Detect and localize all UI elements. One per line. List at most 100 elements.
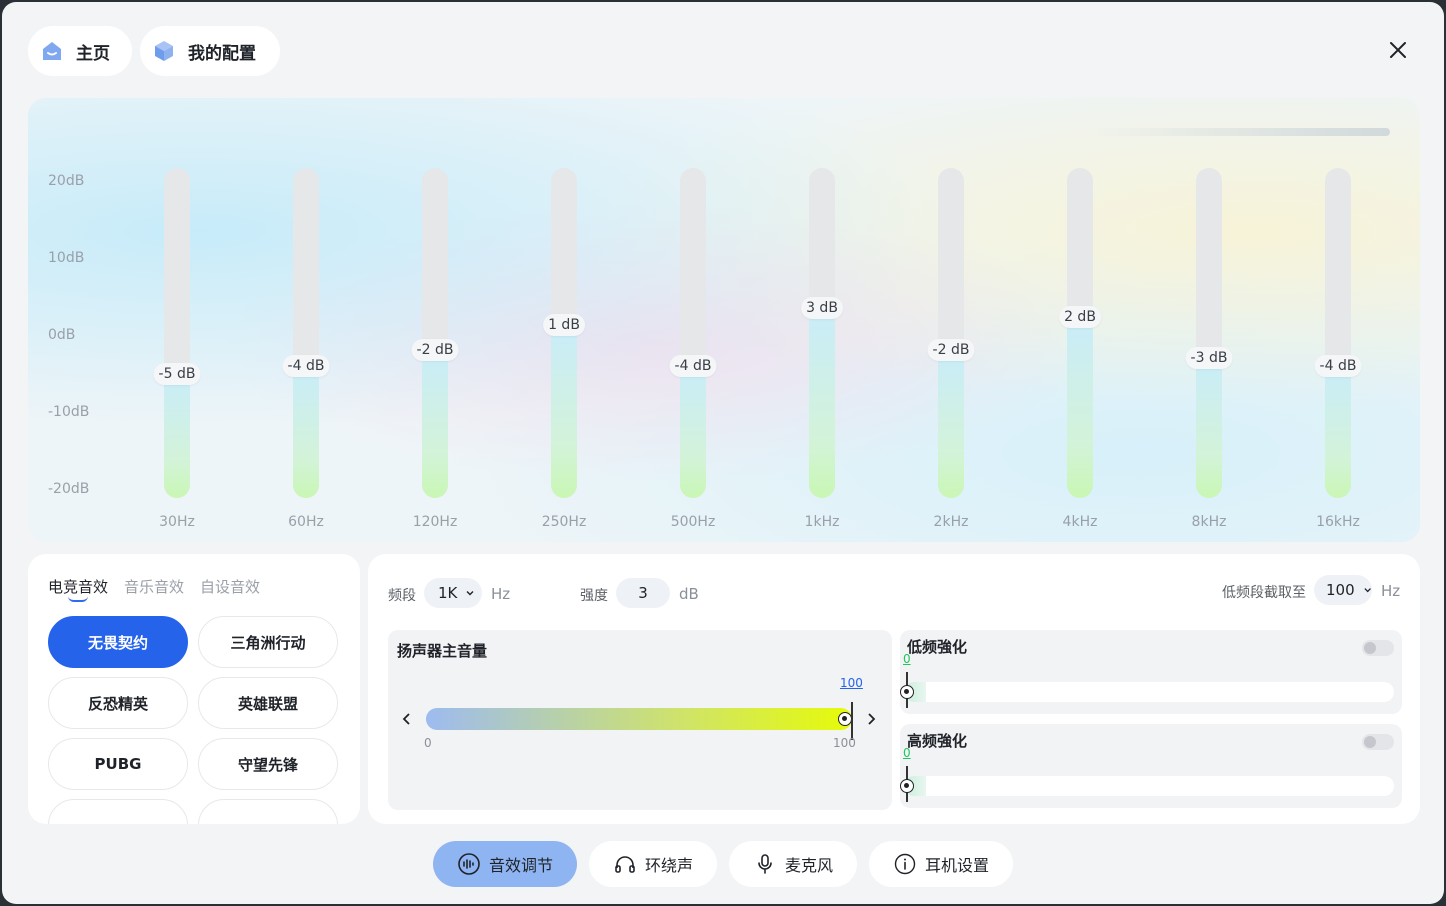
headphones-icon xyxy=(615,856,635,873)
eq-band-value[interactable]: -4 dB xyxy=(1314,355,1362,377)
nav-microphone[interactable]: 麦克风 xyxy=(729,841,857,887)
chevron-right-icon[interactable] xyxy=(864,711,878,727)
home-icon xyxy=(43,42,61,60)
bass-boost-toggle[interactable] xyxy=(1362,640,1394,656)
strength-unit: dB xyxy=(679,585,699,603)
eq-band-value[interactable]: -4 dB xyxy=(282,355,330,377)
eq-frequency-label: 1kHz xyxy=(804,514,840,530)
volume-slider-handle[interactable] xyxy=(838,712,852,726)
preset-more[interactable] xyxy=(48,799,188,824)
eq-band-value[interactable]: -2 dB xyxy=(411,338,459,361)
chevron-down-icon xyxy=(1364,588,1371,593)
preset-counter-strike[interactable]: 反恐精英 xyxy=(48,677,188,729)
eq-band-fill xyxy=(164,374,190,498)
nav-headset-settings[interactable]: 耳机设置 xyxy=(869,841,1013,887)
chevron-down-icon xyxy=(466,591,474,596)
eq-band-slider[interactable]: -5 dB xyxy=(153,168,201,498)
eq-band-track[interactable] xyxy=(293,168,319,498)
band-select[interactable]: 1K xyxy=(424,578,482,608)
eq-frequency-label: 60Hz xyxy=(288,514,324,530)
eq-band-fill xyxy=(551,324,577,498)
app-window: 主页 我的配置 20dB 10dB 0dB -10dB -20dB -5 dB 30Hz -… xyxy=(2,2,1444,904)
eq-band-track[interactable] xyxy=(1325,168,1351,498)
eq-band-fill xyxy=(1196,357,1222,498)
eq-band-slider[interactable]: -4 dB xyxy=(669,168,717,498)
volume-slider-track[interactable] xyxy=(426,708,852,730)
tab-esports-sound[interactable]: 电竞音效 xyxy=(48,576,108,597)
tab-home-label: 主页 xyxy=(76,43,110,64)
eq-band-track[interactable] xyxy=(680,168,706,498)
close-icon[interactable] xyxy=(1386,38,1410,62)
bass-boost-slider-handle[interactable] xyxy=(900,685,914,699)
tab-music-sound[interactable]: 音乐音效 xyxy=(124,576,184,597)
strength-input[interactable]: 3 xyxy=(616,578,670,608)
nav-sound-tuning-label: 音效调节 xyxy=(488,856,553,875)
preset-pubg[interactable]: PUBG xyxy=(48,738,188,790)
eq-band-fill xyxy=(809,308,835,498)
eq-band-track[interactable] xyxy=(809,168,835,498)
eq-band-track[interactable] xyxy=(1196,168,1222,498)
volume-title: 扬声器主音量 xyxy=(397,642,488,660)
eq-band-slider[interactable]: -4 dB xyxy=(1314,168,1362,498)
treble-boost-slider-track[interactable] xyxy=(904,776,1394,796)
nav-microphone-label: 麦克风 xyxy=(784,856,833,875)
eq-band-value[interactable]: 3 dB xyxy=(801,297,843,320)
tab-home[interactable]: 主页 xyxy=(28,26,132,76)
eq-band-value[interactable]: -4 dB xyxy=(669,355,717,377)
eq-band-slider[interactable]: 3 dB xyxy=(801,168,843,498)
lowcut-label: 低频段截取至 xyxy=(1222,585,1306,601)
eq-frequency-label: 30Hz xyxy=(159,514,195,530)
preset-league-of-legends[interactable]: 英雄联盟 xyxy=(198,677,338,729)
eq-band-value[interactable]: -5 dB xyxy=(153,363,201,386)
eq-band-fill xyxy=(938,349,964,498)
nav-surround[interactable]: 环绕声 xyxy=(589,841,717,887)
eq-band-slider[interactable]: -2 dB xyxy=(411,168,459,498)
band-unit: Hz xyxy=(491,585,511,603)
preset-valorant[interactable]: 无畏契约 xyxy=(48,616,188,668)
eq-band-slider[interactable]: -4 dB xyxy=(282,168,330,498)
db-axis-label: -10dB xyxy=(48,404,90,420)
eq-band-value[interactable]: 1 dB xyxy=(543,313,585,336)
eq-band-track[interactable] xyxy=(164,168,190,498)
volume-min-label: 0 xyxy=(424,736,432,750)
eq-band-track[interactable] xyxy=(938,168,964,498)
db-axis-label: -20dB xyxy=(48,481,90,497)
bass-boost-title: 低频強化 xyxy=(907,638,968,656)
eq-band-fill xyxy=(293,366,319,498)
eq-band-track[interactable] xyxy=(1067,168,1093,498)
preset-delta-force[interactable]: 三角洲行动 xyxy=(198,616,338,668)
chevron-left-icon[interactable] xyxy=(400,711,414,727)
tab-custom-sound[interactable]: 自设音效 xyxy=(200,576,260,597)
eq-band-value[interactable]: -3 dB xyxy=(1185,346,1233,369)
control-panel: 频段 1K Hz 强度 3 dB 低频段截取至 100 Hz 扬声器主音量 10… xyxy=(368,554,1420,824)
preset-more[interactable] xyxy=(198,799,338,824)
treble-boost-toggle[interactable] xyxy=(1362,734,1394,750)
db-axis-label: 20dB xyxy=(48,173,85,189)
preset-overwatch[interactable]: 守望先锋 xyxy=(198,738,338,790)
eq-band-slider[interactable]: -2 dB xyxy=(927,168,975,498)
eq-band-value[interactable]: -2 dB xyxy=(927,338,975,361)
lowcut-unit: Hz xyxy=(1381,582,1401,600)
tab-my-config-label: 我的配置 xyxy=(188,43,256,64)
eq-frequency-label: 4kHz xyxy=(1062,514,1098,530)
microphone-icon xyxy=(758,854,772,874)
treble-boost-slider-handle[interactable] xyxy=(900,779,914,793)
eq-band-fill xyxy=(1325,366,1351,498)
eq-band-slider[interactable]: 1 dB xyxy=(543,168,585,498)
treble-boost-card: 高频強化 0 xyxy=(900,724,1402,808)
eq-band-value[interactable]: 2 dB xyxy=(1059,305,1101,328)
sound-wave-icon xyxy=(458,853,480,875)
eq-frequency-label: 120Hz xyxy=(412,514,458,530)
eq-band-slider[interactable]: -3 dB xyxy=(1185,168,1233,498)
cube-icon xyxy=(155,41,173,61)
lowcut-select[interactable]: 100 xyxy=(1314,575,1372,605)
eq-band-slider[interactable]: 2 dB xyxy=(1059,168,1101,498)
nav-sound-tuning[interactable]: 音效调节 xyxy=(433,841,577,887)
eq-band-track[interactable] xyxy=(422,168,448,498)
tab-my-config[interactable]: 我的配置 xyxy=(140,26,280,76)
bass-boost-slider-track[interactable] xyxy=(904,682,1394,702)
eq-frequency-label: 8kHz xyxy=(1191,514,1227,530)
speaker-volume-card: 扬声器主音量 100 0 100 xyxy=(388,630,892,810)
eq-frequency-label: 16kHz xyxy=(1316,514,1360,530)
eq-band-fill xyxy=(422,349,448,498)
